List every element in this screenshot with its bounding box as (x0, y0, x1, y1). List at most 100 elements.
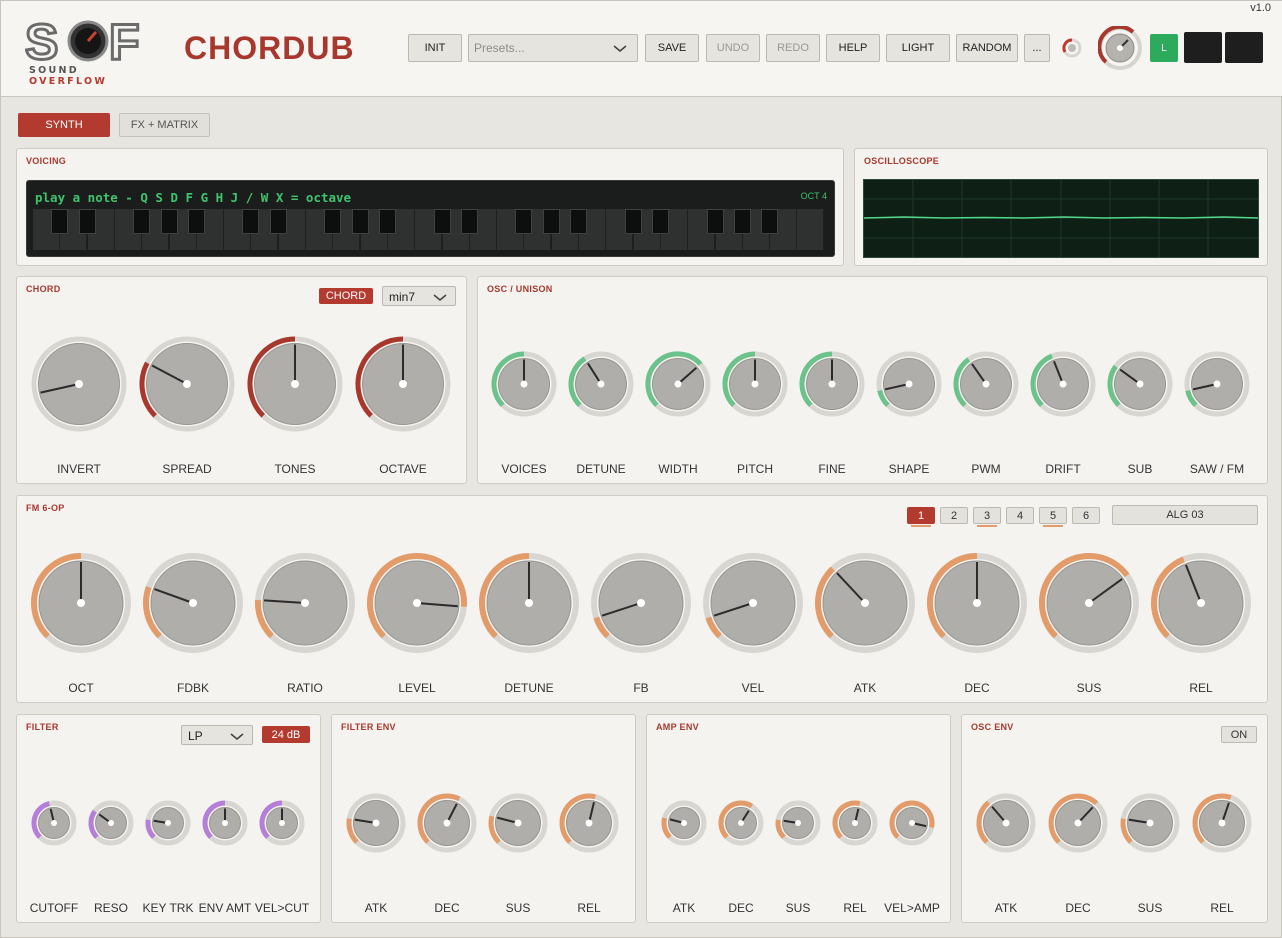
chord-panel: CHORD CHORD min7 INVERT SPREAD TONES OCTAVE (16, 276, 467, 484)
init-button[interactable]: INIT (408, 34, 462, 62)
env-amt-label: ENV AMT (199, 901, 252, 915)
atk-knob[interactable] (976, 793, 1036, 853)
black-key[interactable] (378, 209, 396, 234)
pwm-knob[interactable] (953, 351, 1019, 417)
level-knob[interactable] (367, 553, 467, 653)
operator-3-active-marker (977, 525, 997, 527)
env-amt-knob[interactable] (202, 800, 248, 846)
voices-label: VOICES (501, 462, 546, 476)
atk-knob[interactable] (661, 800, 707, 846)
pitch-knob[interactable] (722, 351, 788, 417)
black-key[interactable] (351, 209, 369, 234)
l-toggle-button[interactable]: L (1150, 34, 1178, 62)
operator-3-button[interactable]: 3 (973, 507, 1001, 524)
shape-knob[interactable] (876, 351, 942, 417)
detune-knob[interactable] (479, 553, 579, 653)
black-key[interactable] (133, 209, 151, 234)
level-label: LEVEL (398, 681, 436, 695)
vel-cut-knob[interactable] (259, 800, 305, 846)
black-key[interactable] (324, 209, 342, 234)
sus-label: SUS (1077, 681, 1102, 695)
rel-knob[interactable] (832, 800, 878, 846)
oct-knob[interactable] (31, 553, 131, 653)
black-key[interactable] (242, 209, 260, 234)
rel-knob[interactable] (559, 793, 619, 853)
ratio-knob[interactable] (255, 553, 355, 653)
preset-select[interactable]: Presets... (468, 34, 638, 62)
black-key[interactable] (515, 209, 533, 234)
operator-5-button[interactable]: 5 (1039, 507, 1067, 524)
dec-knob[interactable] (1048, 793, 1108, 853)
reso-knob[interactable] (88, 800, 134, 846)
spread-knob[interactable] (139, 336, 235, 432)
rel-knob[interactable] (1151, 553, 1251, 653)
tab-synth[interactable]: SYNTH (18, 113, 110, 137)
operator-1-button[interactable]: 1 (907, 507, 935, 524)
tones-knob[interactable] (247, 336, 343, 432)
dec-knob[interactable] (417, 793, 477, 853)
black-key[interactable] (624, 209, 642, 234)
invert-knob[interactable] (31, 336, 127, 432)
dec-knob[interactable] (718, 800, 764, 846)
width-knob[interactable] (645, 351, 711, 417)
key-trk-knob[interactable] (145, 800, 191, 846)
sus-label: SUS (506, 901, 531, 915)
osc-unison-panel: OSC / UNISON VOICES DETUNE WIDTH PITCH FINE S… (477, 276, 1268, 484)
dec-label: DEC (434, 901, 460, 915)
black-key[interactable] (160, 209, 178, 234)
vel-knob[interactable] (703, 553, 803, 653)
master-volume-knob[interactable] (1098, 26, 1142, 70)
black-key[interactable] (733, 209, 751, 234)
black-key[interactable] (269, 209, 287, 234)
redo-button[interactable]: REDO (766, 34, 820, 62)
sus-knob[interactable] (1039, 552, 1139, 653)
undo-button[interactable]: UNDO (706, 34, 760, 62)
atk-label: ATK (365, 901, 387, 915)
vel-amp-knob[interactable] (889, 800, 935, 846)
vel-cut-label: VEL>CUT (255, 901, 310, 915)
white-key[interactable] (797, 209, 825, 250)
black-key[interactable] (706, 209, 724, 234)
sus-knob[interactable] (1120, 793, 1180, 853)
black-key[interactable] (460, 209, 478, 234)
black-key[interactable] (542, 209, 560, 234)
sus-knob[interactable] (775, 800, 821, 846)
dec-label: DEC (964, 681, 990, 695)
dec-knob[interactable] (927, 553, 1027, 653)
tab-fx-matrix[interactable]: FX + MATRIX (119, 113, 210, 137)
saw-fm-knob[interactable] (1184, 351, 1250, 417)
header-bar: S F SOUND OVERFLOW CHORDUB v1.0 INIT Pre… (1, 1, 1282, 97)
black-key[interactable] (570, 209, 587, 234)
octave-knob[interactable] (355, 336, 451, 432)
fb-knob[interactable] (591, 553, 691, 653)
detune-label: DETUNE (576, 462, 625, 476)
light-theme-button[interactable]: LIGHT (886, 34, 950, 62)
atk-knob[interactable] (815, 553, 915, 653)
help-button[interactable]: HELP (826, 34, 880, 62)
sub-knob[interactable] (1107, 351, 1173, 417)
atk-knob[interactable] (346, 793, 406, 853)
piano-keys[interactable] (33, 209, 829, 250)
fine-knob[interactable] (799, 351, 865, 417)
random-button[interactable]: RANDOM (956, 34, 1018, 62)
operator-2-button[interactable]: 2 (940, 507, 968, 524)
operator-4-button[interactable]: 4 (1006, 507, 1034, 524)
voices-knob[interactable] (491, 351, 557, 417)
operator-6-button[interactable]: 6 (1072, 507, 1100, 524)
operator-1-active-marker (911, 525, 931, 527)
black-key[interactable] (187, 209, 205, 234)
cutoff-knob[interactable] (31, 800, 77, 846)
black-key[interactable] (51, 209, 69, 234)
black-key[interactable] (651, 209, 669, 234)
fdbk-knob[interactable] (143, 553, 243, 653)
black-key[interactable] (761, 209, 779, 234)
save-button[interactable]: SAVE (645, 34, 699, 62)
detune-knob[interactable] (568, 351, 634, 417)
dec-label: DEC (728, 901, 754, 915)
rel-knob[interactable] (1192, 793, 1252, 853)
black-key[interactable] (433, 209, 451, 234)
more-button[interactable]: ... (1024, 34, 1050, 62)
black-key[interactable] (78, 209, 96, 234)
sus-knob[interactable] (488, 793, 548, 853)
drift-knob[interactable] (1030, 351, 1096, 417)
